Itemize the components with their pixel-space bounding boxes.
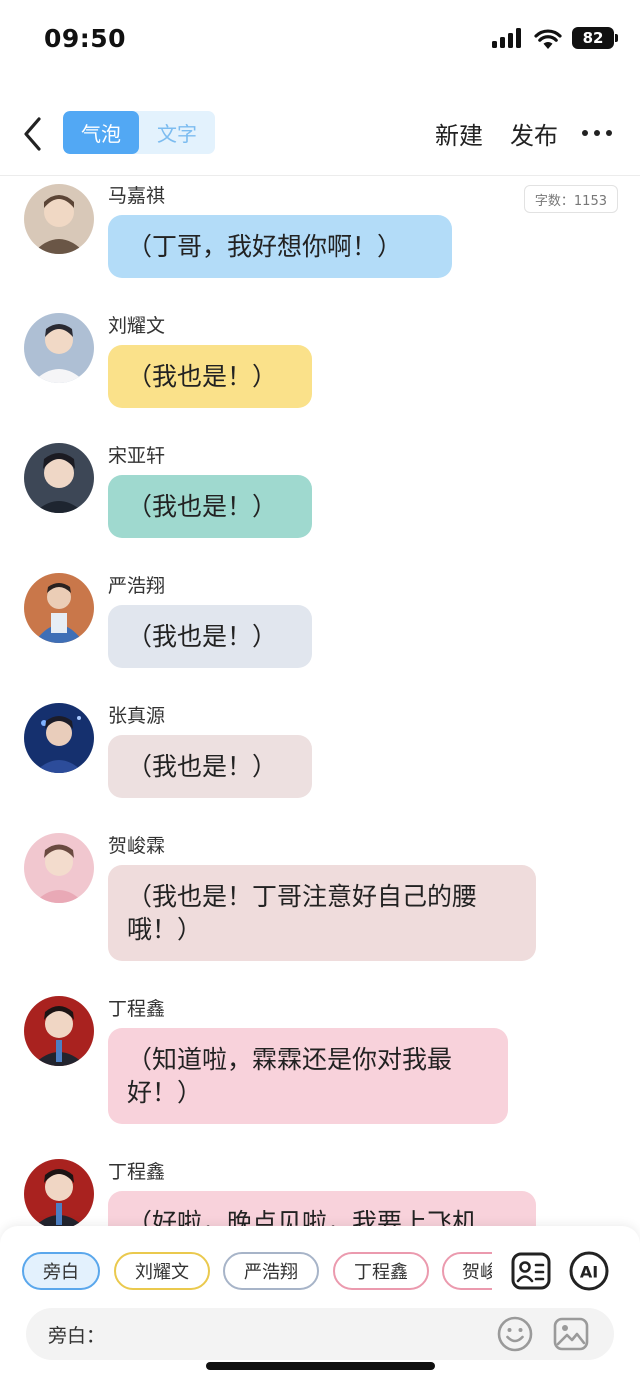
more-button[interactable] — [582, 130, 612, 136]
chevron-left-icon — [24, 117, 41, 151]
svg-text:AI: AI — [580, 1263, 598, 1282]
nav-bar: 气泡 文字 新建 发布 — [0, 100, 640, 176]
avatar[interactable] — [24, 996, 94, 1066]
tab-text[interactable]: 文字 — [139, 111, 215, 154]
more-dot-icon — [594, 130, 600, 136]
avatar[interactable] — [24, 1159, 94, 1227]
status-time: 09:50 — [44, 24, 127, 53]
battery-indicator: 82 — [572, 27, 618, 49]
message-bubble[interactable]: （我也是！） — [108, 475, 312, 538]
role-chip-liuyaowen[interactable]: 刘耀文 — [114, 1252, 210, 1290]
avatar[interactable] — [24, 573, 94, 643]
back-button[interactable] — [18, 114, 48, 154]
role-card-button[interactable] — [510, 1250, 552, 1292]
more-dot-icon — [582, 130, 588, 136]
battery-level: 82 — [582, 29, 604, 47]
sender-name: 张真源 — [108, 705, 166, 727]
role-chip-dingchengxin[interactable]: 丁程鑫 — [333, 1252, 429, 1290]
more-dot-icon — [606, 130, 612, 136]
status-bar: 09:50 82 — [0, 0, 640, 80]
avatar[interactable] — [24, 833, 94, 903]
role-chip-row[interactable]: 旁白 刘耀文 严浩翔 丁程鑫 贺峻 — [22, 1252, 492, 1292]
role-chip-narrator[interactable]: 旁白 — [22, 1252, 100, 1290]
image-button[interactable] — [552, 1315, 590, 1353]
avatar[interactable] — [24, 703, 94, 773]
sender-name: 贺峻霖 — [108, 835, 166, 857]
ai-icon: AI — [569, 1251, 609, 1291]
ai-button[interactable]: AI — [568, 1250, 610, 1292]
mode-toggle: 气泡 文字 — [63, 111, 215, 154]
sender-name: 刘耀文 — [108, 315, 166, 337]
avatar[interactable] — [24, 443, 94, 513]
image-icon — [553, 1317, 589, 1351]
sender-name: 丁程鑫 — [108, 1161, 166, 1183]
wifi-icon — [534, 28, 562, 49]
avatar[interactable] — [24, 313, 94, 383]
message-bubble[interactable]: （好啦，晚点见啦，我要上飞机 — [108, 1191, 536, 1227]
message-bubble[interactable]: （我也是！丁哥注意好自己的腰哦！） — [108, 865, 536, 961]
signal-icon — [492, 28, 521, 48]
chat-area[interactable]: 字数：1153 马嘉祺 （丁哥，我好想你啊！） 刘耀文 （我也是！） 宋亚轩 （… — [0, 177, 640, 1227]
sender-name: 丁程鑫 — [108, 998, 166, 1020]
emoji-icon — [497, 1316, 533, 1352]
sender-name: 宋亚轩 — [108, 445, 166, 467]
message-bubble[interactable]: （我也是！） — [108, 345, 312, 408]
emoji-button[interactable] — [496, 1315, 534, 1353]
message-bubble[interactable]: （知道啦，霖霖还是你对我最好！） — [108, 1028, 508, 1124]
message-input[interactable]: 旁白： — [26, 1308, 614, 1360]
message-bubble[interactable]: （丁哥，我好想你啊！） — [108, 215, 452, 278]
word-count-badge: 字数：1153 — [523, 185, 618, 213]
avatar[interactable] — [24, 184, 94, 254]
contact-card-icon — [511, 1252, 551, 1290]
status-icons: 82 — [492, 27, 618, 49]
sender-name: 马嘉祺 — [108, 185, 166, 207]
new-button[interactable]: 新建 — [435, 116, 483, 151]
publish-button[interactable]: 发布 — [510, 116, 558, 151]
sender-name: 严浩翔 — [108, 575, 166, 597]
home-indicator — [206, 1362, 435, 1370]
message-bubble[interactable]: （我也是！） — [108, 735, 312, 798]
input-role-label: 旁白： — [48, 1325, 106, 1347]
role-chip-hejunlin[interactable]: 贺峻 — [442, 1252, 492, 1290]
message-bubble[interactable]: （我也是！） — [108, 605, 312, 668]
role-chip-yanhaoxiang[interactable]: 严浩翔 — [223, 1252, 319, 1290]
tab-bubble[interactable]: 气泡 — [63, 111, 139, 154]
